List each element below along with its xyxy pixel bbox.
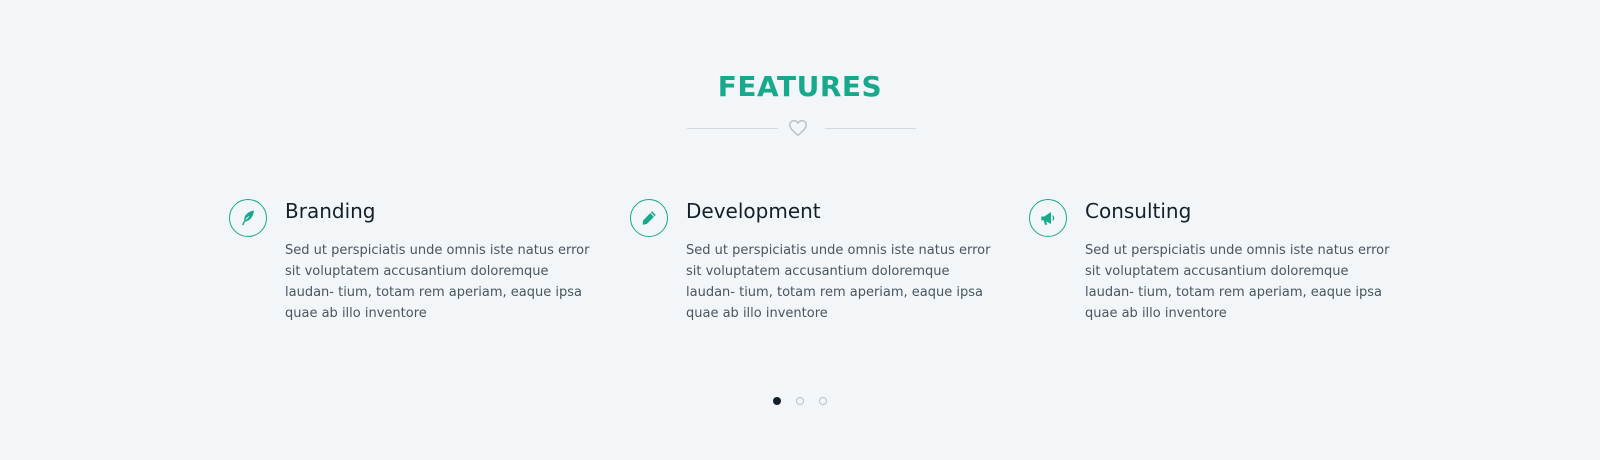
divider-line-right [825, 128, 916, 129]
feature-branding: Branding Sed ut perspiciatis unde omnis … [229, 199, 599, 329]
title-divider [687, 118, 916, 138]
feature-icon-circle [630, 199, 668, 237]
feature-consulting: Consulting Sed ut perspiciatis unde omni… [1029, 199, 1399, 329]
features-section: FEATURES Branding Sed ut perspiciatis un… [0, 0, 1600, 460]
pagination-dot-3[interactable] [819, 397, 827, 405]
feature-description: Sed ut perspiciatis unde omnis iste natu… [686, 243, 991, 321]
feature-description: Sed ut perspiciatis unde omnis iste natu… [1085, 243, 1390, 321]
feature-heading: Branding [285, 199, 376, 223]
section-title: FEATURES [717, 70, 883, 103]
carousel-pagination [773, 397, 833, 407]
heart-icon [788, 119, 808, 137]
pagination-dot-2[interactable] [796, 397, 804, 405]
divider-line-left [687, 128, 778, 129]
feature-heading: Development [686, 199, 821, 223]
feature-heading: Consulting [1085, 199, 1192, 223]
feature-development: Development Sed ut perspiciatis unde omn… [630, 199, 1000, 329]
feature-icon-circle [1029, 199, 1067, 237]
feature-description: Sed ut perspiciatis unde omnis iste natu… [285, 243, 590, 321]
pagination-dot-1[interactable] [773, 397, 781, 405]
feature-icon-circle [229, 199, 267, 237]
